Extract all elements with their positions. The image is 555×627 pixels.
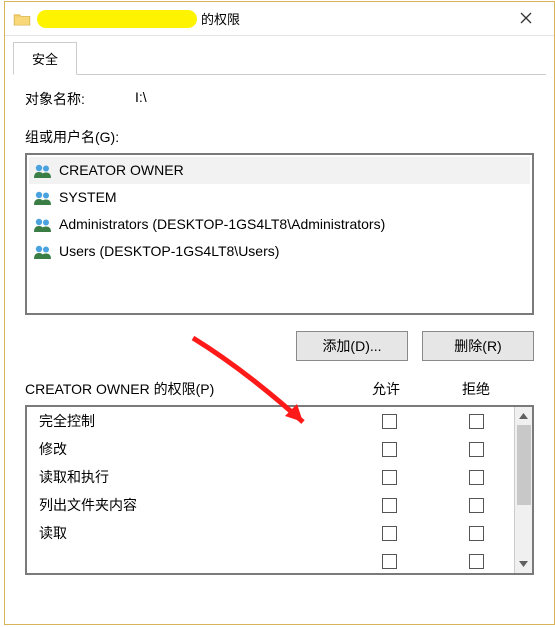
- column-deny-label: 拒绝: [436, 379, 516, 399]
- permissions-box: 完全控制修改读取和执行列出文件夹内容读取: [25, 405, 534, 575]
- allow-checkbox[interactable]: [382, 414, 397, 429]
- list-item[interactable]: CREATOR OWNER: [29, 157, 530, 184]
- column-allow-label: 允许: [336, 379, 436, 399]
- tabs-row: 安全: [5, 36, 554, 75]
- group-users-label: 组或用户名(G):: [25, 127, 534, 147]
- permission-row: 修改: [27, 435, 514, 463]
- permission-row: 完全控制: [27, 407, 514, 435]
- title-bar: 的权限: [5, 2, 554, 36]
- object-name-label: 对象名称:: [25, 89, 135, 109]
- deny-checkbox[interactable]: [469, 526, 484, 541]
- tab-security[interactable]: 安全: [13, 42, 77, 75]
- list-item[interactable]: SYSTEM: [29, 184, 530, 211]
- deny-checkbox[interactable]: [469, 442, 484, 457]
- group-users-listbox[interactable]: CREATOR OWNER SYSTEM Administrators (DESKT…: [25, 153, 534, 315]
- allow-checkbox[interactable]: [382, 498, 397, 513]
- title-text: 的权限: [201, 9, 240, 28]
- object-name-value: I:\: [135, 89, 147, 109]
- deny-checkbox[interactable]: [469, 414, 484, 429]
- permission-row: 读取: [27, 519, 514, 547]
- permission-label: 读取和执行: [39, 467, 339, 487]
- allow-checkbox[interactable]: [382, 526, 397, 541]
- security-panel: 对象名称: I:\ 组或用户名(G): CREATOR OWNER SYSTEM A…: [5, 75, 554, 624]
- remove-button[interactable]: 删除(R): [422, 331, 534, 361]
- add-button[interactable]: 添加(D)...: [296, 331, 408, 361]
- deny-checkbox[interactable]: [469, 554, 484, 569]
- list-item[interactable]: Users (DESKTOP-1GS4LT8\Users): [29, 238, 530, 265]
- permissions-dialog: 的权限 安全 对象名称: I:\ 组或用户名(G): CREATOR OWNER…: [4, 1, 555, 625]
- scroll-up-icon[interactable]: [515, 407, 532, 425]
- allow-checkbox[interactable]: [382, 442, 397, 457]
- permission-row: 列出文件夹内容: [27, 491, 514, 519]
- scroll-track[interactable]: [515, 425, 532, 555]
- permission-row: 读取和执行: [27, 463, 514, 491]
- title-redaction: [37, 10, 197, 28]
- scroll-down-icon[interactable]: [515, 555, 532, 573]
- list-item-label: SYSTEM: [59, 186, 117, 209]
- permissions-scrollbar[interactable]: [514, 407, 532, 573]
- permission-label: 修改: [39, 439, 339, 459]
- scroll-thumb[interactable]: [517, 425, 531, 505]
- permission-label: 列出文件夹内容: [39, 495, 339, 515]
- close-icon: [520, 11, 532, 27]
- users-icon: [33, 244, 53, 260]
- folder-icon: [13, 12, 31, 26]
- list-item-label: Administrators (DESKTOP-1GS4LT8\Administ…: [59, 213, 385, 236]
- permission-label: 读取: [39, 523, 339, 543]
- list-item-label: CREATOR OWNER: [59, 159, 184, 182]
- permission-row: [27, 547, 514, 573]
- users-icon: [33, 217, 53, 233]
- deny-checkbox[interactable]: [469, 498, 484, 513]
- deny-checkbox[interactable]: [469, 470, 484, 485]
- permissions-header-label: CREATOR OWNER 的权限(P): [25, 379, 336, 399]
- permission-label: 完全控制: [39, 411, 339, 431]
- permissions-list[interactable]: 完全控制修改读取和执行列出文件夹内容读取: [27, 407, 514, 573]
- close-button[interactable]: [506, 5, 546, 33]
- users-icon: [33, 163, 53, 179]
- allow-checkbox[interactable]: [382, 470, 397, 485]
- list-item-label: Users (DESKTOP-1GS4LT8\Users): [59, 240, 279, 263]
- allow-checkbox[interactable]: [382, 554, 397, 569]
- list-item[interactable]: Administrators (DESKTOP-1GS4LT8\Administ…: [29, 211, 530, 238]
- users-icon: [33, 190, 53, 206]
